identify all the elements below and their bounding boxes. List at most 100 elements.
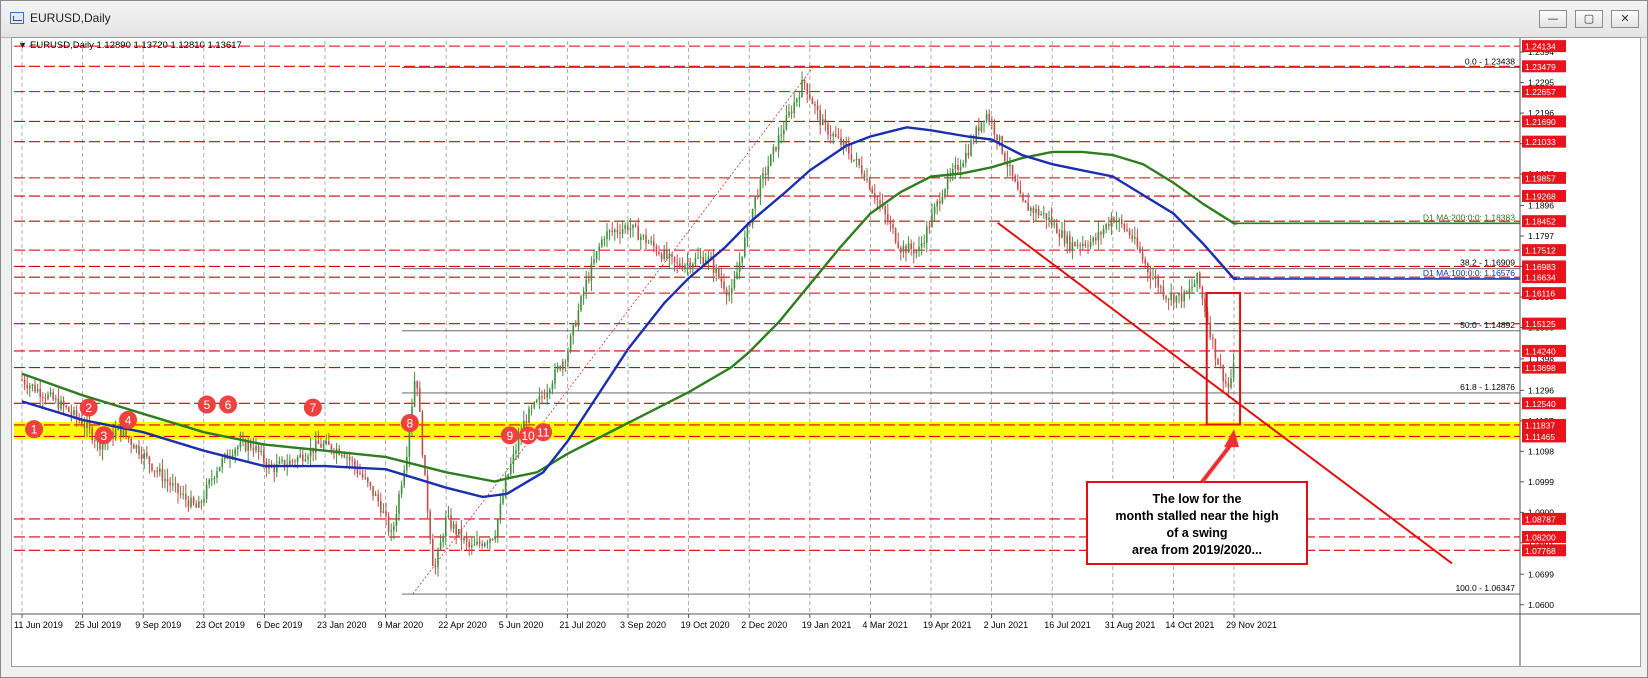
candle-body [372,485,374,496]
swing-marker-label: 10 [521,429,535,443]
candle-body [296,457,299,463]
title-bar[interactable]: EURUSD,Daily — ▢ ✕ [1,1,1647,38]
candle-body [179,493,182,495]
level-tag-label: 1.11465 [1525,432,1555,442]
candle-body [962,163,964,168]
candle-body [1196,272,1198,284]
candle-body [494,536,496,540]
candle-body [406,456,408,471]
candle-body [380,501,382,513]
candle-body [341,454,343,456]
candle-body [957,164,959,171]
candle-body [1201,286,1204,299]
chart-area[interactable]: ▼ EURUSD,Daily 1.12890 1.13720 1.12810 1… [11,37,1641,667]
candle-body [57,398,60,409]
candle-body [42,396,44,398]
candle-body [588,279,590,281]
candle-body [541,396,543,398]
candle-body [257,446,260,453]
candle-body [1126,229,1128,231]
swing-marker-label: 6 [225,398,232,412]
price-tick-label: 1.1797 [1528,231,1554,241]
red-levels [14,45,1520,551]
close-button[interactable]: ✕ [1611,10,1639,28]
candle-body [796,98,798,103]
candle-body [255,446,257,451]
candle-body [757,195,759,198]
candle-body [775,146,777,151]
candle-body [510,463,512,475]
maximize-button[interactable]: ▢ [1575,10,1603,28]
date-tick-label: 23 Jan 2020 [317,620,367,630]
candle-body [1063,230,1066,244]
gridlines [21,41,1235,614]
candle-body [81,420,83,426]
candle-body [187,499,190,507]
candle-body [1160,286,1162,288]
level-tag-label: 1.17512 [1525,246,1556,256]
candle-body [975,127,977,142]
candle-body [965,152,967,164]
candle-body [1048,217,1050,220]
candle-body [1121,219,1123,224]
candle-body [195,503,197,508]
candle-body [866,178,868,180]
candle-body [801,80,803,97]
level-tag-label: 1.19268 [1525,192,1556,202]
candle-body [1071,242,1074,250]
candle-body [302,454,304,461]
annotation-arrow-shaft [1200,441,1234,484]
date-tick-label: 31 Aug 2021 [1105,620,1156,630]
candle-body [60,400,62,409]
candle-body [741,256,743,263]
candle-body [536,400,538,403]
candle-body [278,461,281,464]
candle-body [218,466,221,472]
candle-body [926,226,928,243]
candle-body [676,262,678,264]
candle-body [343,454,346,458]
candle-body [169,482,171,486]
candle-body [1100,232,1102,235]
candle-body [910,243,912,250]
level-tag-label: 1.16634 [1525,273,1556,283]
candle-body [244,440,247,451]
candle-body [1009,164,1011,167]
candle-body [1024,200,1027,203]
candle-body [484,543,486,547]
date-tick-label: 19 Oct 2020 [681,620,730,630]
annotation-line: month stalled near the high [1115,509,1278,523]
price-tick-label: 1.0999 [1528,477,1554,487]
candle-body [1017,181,1019,190]
candle-body [382,511,385,513]
candle-body [754,195,756,209]
minimize-button[interactable]: — [1539,10,1567,28]
candle-body [647,242,650,244]
candle-body [967,152,970,156]
candle-body [294,461,296,463]
candle-body [452,524,455,529]
candle-body [1014,175,1016,182]
level-tag-label: 1.16983 [1525,262,1556,272]
candle-body [822,119,824,125]
candle-body [325,440,327,445]
candle-body [1087,245,1089,247]
candle-body [1032,207,1035,213]
candle-body [434,565,437,568]
swing-marker-label: 8 [406,417,413,431]
price-chart[interactable]: ▼ EURUSD,Daily 1.12890 1.13720 1.12810 1… [12,38,1640,666]
candle-body [697,257,699,259]
candle-body [1191,286,1193,289]
candle-body [1097,232,1100,241]
candle-body [533,402,535,408]
candle-body [364,477,366,479]
swing-marker-label: 1 [31,423,38,437]
candle-body [853,159,855,161]
candle-body [213,477,216,480]
candle-body [811,98,814,105]
candle-body [1095,237,1097,241]
candle-body [359,473,361,475]
candle-body [322,444,325,448]
candle-body [1144,259,1146,264]
candle-body [450,515,452,529]
